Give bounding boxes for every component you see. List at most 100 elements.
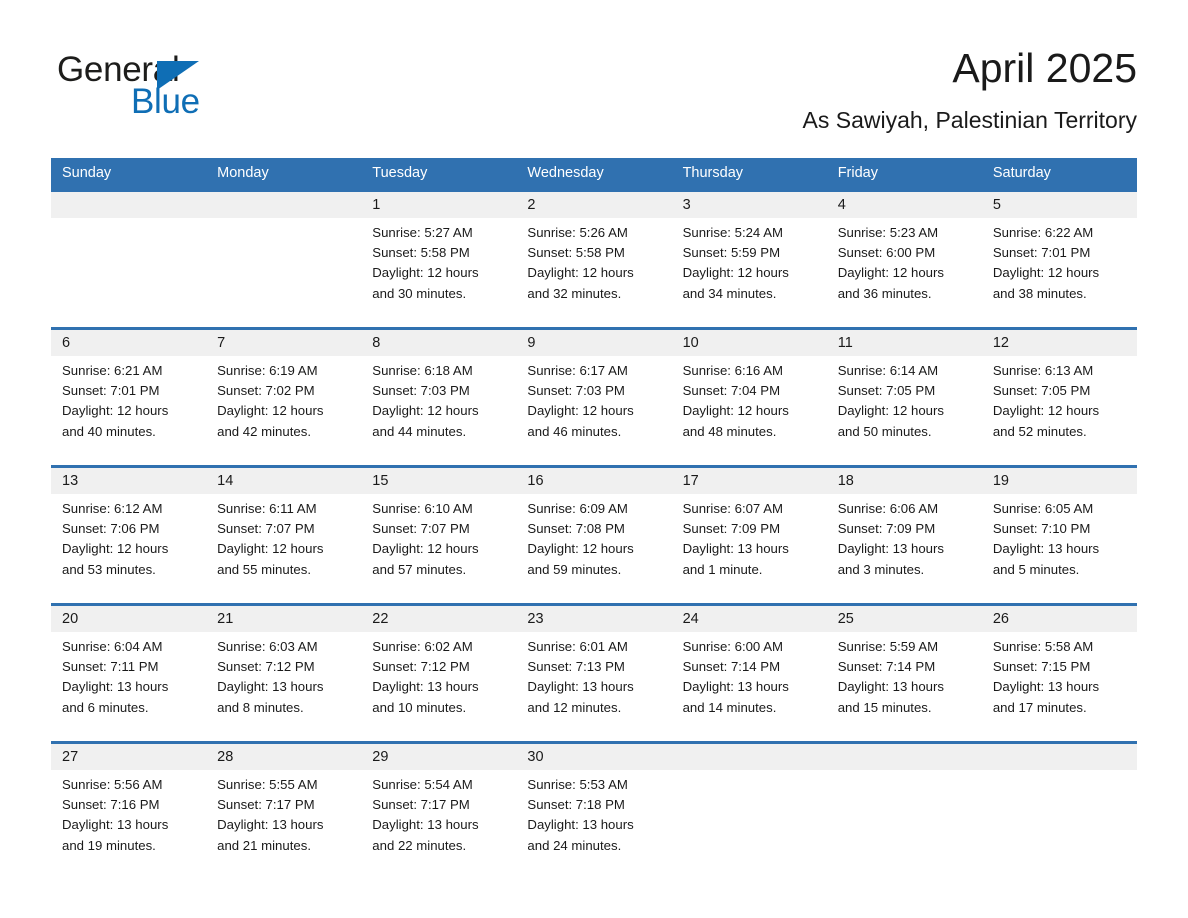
calendar-day-cell[interactable]: 2 Sunrise: 5:26 AM Sunset: 5:58 PM Daylight… (516, 189, 672, 329)
calendar-day-cell[interactable]: 16 Sunrise: 6:09 AM Sunset: 7:08 PM Dayligh… (516, 465, 672, 605)
sunset-text: Sunset: 7:01 PM (62, 383, 160, 399)
daylight-text-line1: Daylight: 13 hours (992, 541, 1100, 557)
day-cell-inner: 18 Sunrise: 6:06 AM Sunset: 7:09 PM Dayligh… (826, 468, 982, 603)
sunrise-text: Sunrise: 6:04 AM (62, 639, 163, 654)
day-details: Sunrise: 6:12 AM Sunset: 7:06 PM Daylight:… (51, 494, 206, 580)
day-number: 4 (826, 192, 982, 218)
sunset-text: Sunset: 7:17 PM (372, 797, 470, 813)
daylight-text-line1: Daylight: 12 hours (992, 265, 1100, 281)
calendar-day-cell[interactable]: 6 Sunrise: 6:21 AM Sunset: 7:01 PM Daylight… (51, 327, 207, 467)
day-cell-inner: 7 Sunrise: 6:19 AM Sunset: 7:02 PM Daylight… (206, 330, 362, 465)
daylight-text-line1: Daylight: 12 hours (837, 265, 944, 281)
logo-text-blue: Blue (131, 82, 200, 121)
day-cell-inner: 17 Sunrise: 6:07 AM Sunset: 7:09 PM Dayligh… (671, 468, 827, 603)
calendar-day-cell[interactable]: 29 Sunrise: 5:54 AM Sunset: 7:17 PM Dayligh… (361, 741, 517, 879)
sunset-text: Sunset: 7:05 PM (837, 383, 936, 399)
calendar-day-cell[interactable]: 26 Sunrise: 5:58 AM Sunset: 7:15 PM Dayligh… (981, 603, 1137, 743)
day-number: 18 (826, 468, 982, 494)
day-details: Sunrise: 6:05 AM Sunset: 7:10 PM Daylight:… (982, 494, 1137, 580)
day-cell-inner: 28 Sunrise: 5:55 AM Sunset: 7:17 PM Dayligh… (206, 744, 362, 879)
day-cell-inner: 14 Sunrise: 6:11 AM Sunset: 7:07 PM Dayligh… (206, 468, 362, 603)
calendar-day-cell[interactable]: 10 Sunrise: 6:16 AM Sunset: 7:04 PM Dayligh… (671, 327, 827, 467)
day-details (672, 770, 827, 775)
calendar-day-cell[interactable]: 13 Sunrise: 6:12 AM Sunset: 7:06 PM Dayligh… (51, 465, 207, 605)
day-cell-inner: 16 Sunrise: 6:09 AM Sunset: 7:08 PM Dayligh… (516, 468, 672, 603)
daylight-text-line2: and 36 minutes. (837, 285, 932, 301)
day-number: 27 (51, 744, 207, 770)
daylight-text-line1: Daylight: 13 hours (527, 817, 634, 833)
daylight-text-line2: and 40 minutes. (62, 423, 156, 439)
weekday-header-tuesday: Tuesday (361, 158, 517, 191)
day-cell-inner: 12 Sunrise: 6:13 AM Sunset: 7:05 PM Dayligh… (981, 330, 1137, 465)
daylight-text-line1: Daylight: 12 hours (372, 403, 479, 419)
day-cell-inner: 25 Sunrise: 5:59 AM Sunset: 7:14 PM Dayligh… (826, 606, 982, 741)
day-cell-inner: 23 Sunrise: 6:01 AM Sunset: 7:13 PM Dayligh… (516, 606, 672, 741)
daylight-text-line2: and 10 minutes. (372, 699, 467, 715)
day-details: Sunrise: 6:09 AM Sunset: 7:08 PM Daylight:… (516, 494, 671, 580)
day-cell-inner: 1 Sunrise: 5:27 AM Sunset: 5:58 PM Daylight… (361, 192, 517, 327)
day-details: Sunrise: 6:22 AM Sunset: 7:01 PM Daylight:… (982, 218, 1137, 304)
calendar-day-cell[interactable]: 24 Sunrise: 6:00 AM Sunset: 7:14 PM Dayligh… (671, 603, 827, 743)
sunset-text: Sunset: 7:11 PM (62, 659, 159, 675)
day-cell-inner: 13 Sunrise: 6:12 AM Sunset: 7:06 PM Dayligh… (51, 468, 207, 603)
day-details: Sunrise: 5:53 AM Sunset: 7:18 PM Daylight:… (516, 770, 671, 856)
day-cell-inner: 24 Sunrise: 6:00 AM Sunset: 7:14 PM Dayligh… (671, 606, 827, 741)
calendar-day-cell[interactable]: 15 Sunrise: 6:10 AM Sunset: 7:07 PM Dayligh… (361, 465, 517, 605)
day-cell-inner: 5 Sunrise: 6:22 AM Sunset: 7:01 PM Daylight… (981, 192, 1137, 327)
calendar-week-row: 6 Sunrise: 6:21 AM Sunset: 7:01 PM Daylight… (51, 327, 1137, 467)
day-details: Sunrise: 5:58 AM Sunset: 7:15 PM Daylight:… (982, 632, 1137, 718)
sunset-text: Sunset: 6:00 PM (837, 245, 936, 261)
calendar-day-cell[interactable]: 14 Sunrise: 6:11 AM Sunset: 7:07 PM Dayligh… (206, 465, 362, 605)
sunset-text: Sunset: 7:03 PM (372, 383, 470, 399)
calendar-day-cell-empty (981, 741, 1137, 879)
calendar-day-cell[interactable]: 5 Sunrise: 6:22 AM Sunset: 7:01 PM Daylight… (981, 189, 1137, 329)
daylight-text-line2: and 1 minute. (682, 561, 763, 577)
day-details: Sunrise: 5:55 AM Sunset: 7:17 PM Daylight:… (206, 770, 361, 856)
day-details: Sunrise: 6:18 AM Sunset: 7:03 PM Daylight:… (361, 356, 516, 442)
sunset-text: Sunset: 5:58 PM (527, 245, 625, 261)
day-number: 19 (981, 468, 1137, 494)
calendar-day-cell[interactable]: 22 Sunrise: 6:02 AM Sunset: 7:12 PM Dayligh… (361, 603, 517, 743)
calendar-day-cell[interactable]: 23 Sunrise: 6:01 AM Sunset: 7:13 PM Dayligh… (516, 603, 672, 743)
calendar-day-cell[interactable]: 4 Sunrise: 5:23 AM Sunset: 6:00 PM Daylight… (826, 189, 982, 329)
calendar-day-cell[interactable]: 20 Sunrise: 6:04 AM Sunset: 7:11 PM Dayligh… (51, 603, 207, 743)
calendar-day-cell[interactable]: 19 Sunrise: 6:05 AM Sunset: 7:10 PM Dayligh… (981, 465, 1137, 605)
daylight-text-line2: and 32 minutes. (527, 285, 622, 301)
calendar-day-cell[interactable]: 28 Sunrise: 5:55 AM Sunset: 7:17 PM Dayligh… (206, 741, 362, 879)
calendar-day-cell[interactable]: 1 Sunrise: 5:27 AM Sunset: 5:58 PM Daylight… (361, 189, 517, 329)
calendar-day-cell[interactable]: 7 Sunrise: 6:19 AM Sunset: 7:02 PM Daylight… (206, 327, 362, 467)
day-details: Sunrise: 6:21 AM Sunset: 7:01 PM Daylight:… (51, 356, 206, 442)
day-details: Sunrise: 6:00 AM Sunset: 7:14 PM Daylight:… (672, 632, 827, 718)
calendar-day-cell[interactable]: 17 Sunrise: 6:07 AM Sunset: 7:09 PM Dayligh… (671, 465, 827, 605)
sunrise-text: Sunrise: 5:54 AM (372, 777, 473, 792)
calendar-day-cell[interactable]: 21 Sunrise: 6:03 AM Sunset: 7:12 PM Dayligh… (206, 603, 362, 743)
day-cell-inner: 20 Sunrise: 6:04 AM Sunset: 7:11 PM Dayligh… (51, 606, 207, 741)
day-cell-inner: 30 Sunrise: 5:53 AM Sunset: 7:18 PM Dayligh… (516, 744, 672, 879)
calendar-day-cell[interactable]: 18 Sunrise: 6:06 AM Sunset: 7:09 PM Dayligh… (826, 465, 982, 605)
general-blue-logo: General Blue (57, 50, 317, 130)
calendar-day-cell[interactable]: 9 Sunrise: 6:17 AM Sunset: 7:03 PM Daylight… (516, 327, 672, 467)
day-number: 24 (671, 606, 827, 632)
daylight-text-line2: and 17 minutes. (992, 699, 1087, 715)
calendar-day-cell[interactable]: 12 Sunrise: 6:13 AM Sunset: 7:05 PM Dayligh… (981, 327, 1137, 467)
calendar-day-cell[interactable]: 3 Sunrise: 5:24 AM Sunset: 5:59 PM Daylight… (671, 189, 827, 329)
calendar-day-cell[interactable]: 25 Sunrise: 5:59 AM Sunset: 7:14 PM Dayligh… (826, 603, 982, 743)
daylight-text-line2: and 34 minutes. (682, 285, 777, 301)
sunrise-text: Sunrise: 6:06 AM (837, 501, 939, 516)
daylight-text-line1: Daylight: 13 hours (527, 679, 634, 695)
day-details (982, 770, 1137, 775)
daylight-text-line2: and 53 minutes. (62, 561, 156, 577)
calendar-day-cell[interactable]: 27 Sunrise: 5:56 AM Sunset: 7:16 PM Dayligh… (51, 741, 207, 879)
day-details: Sunrise: 5:56 AM Sunset: 7:16 PM Daylight:… (51, 770, 206, 856)
sunrise-text: Sunrise: 6:19 AM (217, 363, 318, 378)
day-number: 23 (516, 606, 672, 632)
sunrise-text: Sunrise: 6:02 AM (372, 639, 473, 654)
daylight-text-line1: Daylight: 12 hours (527, 265, 634, 281)
day-details (51, 218, 206, 223)
calendar-day-cell[interactable]: 8 Sunrise: 6:18 AM Sunset: 7:03 PM Daylight… (361, 327, 517, 467)
daylight-text-line1: Daylight: 13 hours (837, 679, 944, 695)
calendar-day-cell[interactable]: 30 Sunrise: 5:53 AM Sunset: 7:18 PM Dayligh… (516, 741, 672, 879)
calendar-day-cell[interactable]: 11 Sunrise: 6:14 AM Sunset: 7:05 PM Dayligh… (826, 327, 982, 467)
daylight-text-line1: Daylight: 13 hours (682, 679, 789, 695)
daylight-text-line1: Daylight: 13 hours (372, 679, 479, 695)
